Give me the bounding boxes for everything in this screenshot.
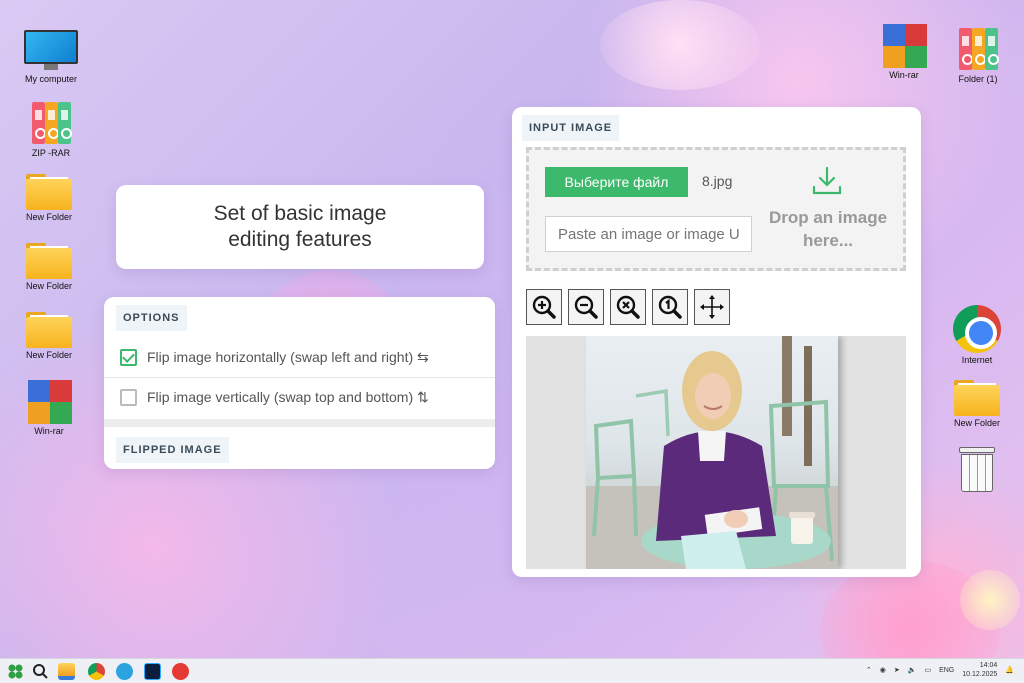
move-button[interactable] [694,289,730,325]
desktop-icon-new-folder[interactable]: New Folder [17,172,81,222]
telegram-tray-icon[interactable]: ➤ [894,666,900,674]
desktop-icon-label: Internet [961,355,993,365]
desktop-icon-label: New Folder [25,281,72,291]
input-image-header: INPUT IMAGE [522,115,620,141]
desktop-icon-new-folder[interactable]: New Folder [945,378,1009,428]
image-preview[interactable] [526,336,906,569]
move-icon [700,295,724,319]
network-icon[interactable]: ◉ [880,666,886,674]
options-header: OPTIONS [116,305,187,331]
woman-at-cafe-photo [586,336,838,569]
folder-icon [26,241,72,279]
flip-horizontal-checkbox[interactable] [120,349,137,366]
divider [104,419,495,427]
desktop-icon-folder-1[interactable]: Folder (1) [946,26,1010,84]
language-indicator[interactable]: ENG [939,667,954,674]
desktop-icon-my-computer[interactable]: My computer [19,30,83,84]
zoom-actual-icon [658,295,682,319]
choose-file-button[interactable]: Выберите файл [545,167,688,197]
feature-title: Set of basic image editing features [213,202,387,251]
background-blob [960,570,1020,630]
binders-icon [28,100,74,146]
zoom-actual-button[interactable] [652,289,688,325]
drop-hint: Drop an image here... [768,208,888,250]
folder-icon [26,310,72,348]
desktop-icon-label: ZIP -RAR [31,148,71,158]
flip-horizontal-option[interactable]: Flip image horizontally (swap left and r… [104,338,495,378]
desktop-icon-label: Win-rar [34,426,64,436]
windows-start-icon[interactable] [7,663,24,680]
desktop-icon-new-folder[interactable]: New Folder [17,310,81,360]
chevron-up-icon[interactable]: ⌃ [866,666,872,674]
zoom-in-icon [532,295,556,319]
options-panel: OPTIONS Flip image horizontally (swap le… [104,297,495,469]
flip-horizontal-label: Flip image horizontally (swap left and r… [147,349,429,365]
display-icon[interactable]: ▭ [924,666,931,674]
search-icon[interactable] [32,663,49,680]
zoom-in-button[interactable] [526,289,562,325]
notifications-icon[interactable]: 🔔 [1005,666,1014,674]
desktop-icon-internet[interactable]: Internet [945,305,1009,365]
desktop-icon-label: My computer [24,74,77,84]
clock[interactable]: 14:04 10.12.2025 [962,661,997,679]
image-dropzone[interactable]: Выберите файл 8.jpg Drop an image here..… [526,147,906,271]
photoshop-icon[interactable] [144,663,161,680]
system-tray: ⌃ ◉ ➤ 🔈 ▭ ENG 14:04 10.12.2025 🔔 [866,661,1014,679]
desktop-icon-label: Folder (1) [958,74,998,84]
background-blob [600,0,760,90]
desktop-icon-new-folder[interactable]: New Folder [17,241,81,291]
file-explorer-icon[interactable] [58,663,75,680]
clock-date: 10.12.2025 [962,671,998,678]
desktop-icon-label: New Folder [953,418,1000,428]
paste-url-input[interactable] [545,216,752,252]
folder-icon [26,172,72,210]
preview-photo [586,336,838,569]
desktop-icon-label: Win-rar [889,70,919,80]
app-icon[interactable] [172,663,189,680]
zoom-reset-button[interactable] [610,289,646,325]
zoom-toolbar [526,289,730,325]
volume-icon[interactable]: 🔈 [908,666,917,674]
winrar-icon [881,22,927,68]
chrome-icon[interactable] [88,663,105,680]
flip-vertical-checkbox[interactable] [120,388,137,406]
zoom-reset-icon [616,295,640,319]
clock-time: 14:04 [979,662,998,669]
zoom-out-icon [574,295,598,319]
telegram-icon[interactable] [116,663,133,680]
flip-vertical-option[interactable]: Flip image vertically (swap top and bott… [104,377,495,417]
zoom-out-button[interactable] [568,289,604,325]
input-image-panel: INPUT IMAGE Выберите файл 8.jpg Drop an … [512,107,921,577]
folder-icon [954,378,1000,416]
flipped-image-header: FLIPPED IMAGE [116,437,229,463]
binders-icon [955,26,1001,72]
download-icon [812,166,842,195]
feature-title-card: Set of basic image editing features [116,185,484,269]
desktop-icon-recycle-bin[interactable] [945,447,1009,493]
file-name: 8.jpg [702,173,733,189]
desktop-icon-win-rar[interactable]: Win-rar [872,22,936,80]
desktop-icon-zip-rar[interactable]: ZIP -RAR [19,100,83,158]
taskbar: ⌃ ◉ ➤ 🔈 ▭ ENG 14:04 10.12.2025 🔔 [0,658,1024,683]
monitor-icon [24,30,78,72]
desktop-icon-label: New Folder [25,212,72,222]
recycle-bin-icon [959,447,995,493]
winrar-icon [26,378,72,424]
flip-vertical-label: Flip image vertically (swap top and bott… [147,388,429,405]
desktop-icon-label: New Folder [25,350,72,360]
desktop-icon-win-rar[interactable]: Win-rar [17,378,81,436]
chrome-icon [953,305,1001,353]
